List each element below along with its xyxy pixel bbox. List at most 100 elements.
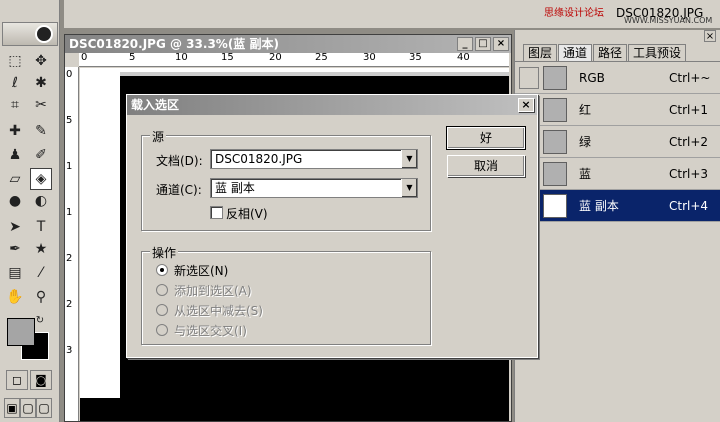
document-close-button[interactable]: × <box>493 37 509 51</box>
channel-row-green[interactable]: 绿 Ctrl+2 <box>515 126 720 158</box>
ruler-tick-label: 0 <box>81 52 88 63</box>
path-selection-tool-icon[interactable]: ➤ <box>4 216 26 238</box>
visibility-toggle[interactable] <box>519 66 539 89</box>
vertical-ruler: 0 5 1 1 2 2 3 <box>65 67 79 421</box>
slice-tool-icon[interactable]: ✂ <box>30 94 52 116</box>
channel-shortcut: Ctrl+2 <box>669 134 709 149</box>
add-to-selection-label: 添加到选区(A) <box>174 284 252 298</box>
ruler-tick-label: 10 <box>175 52 188 63</box>
channel-shortcut: Ctrl+4 <box>669 198 709 213</box>
toolbox: ⬚ ✥ ℓ ✱ ⌗ ✂ ✚ ✎ ♟ ✐ ▱ ◈ ● ◐ ➤ T ✒ ★ ▤ ⁄ … <box>0 0 60 422</box>
maximize-button[interactable]: □ <box>475 37 491 51</box>
radio-intersect-selection <box>156 324 168 336</box>
cancel-button[interactable]: 取消 <box>447 155 525 177</box>
channel-thumbnail <box>543 161 567 186</box>
standard-mode-button[interactable]: ◻ <box>6 370 28 390</box>
ruler-tick-label: 3 <box>66 345 73 356</box>
channel-thumbnail <box>543 193 567 218</box>
dialog-close-button[interactable]: × <box>518 98 534 112</box>
notes-tool-icon[interactable]: ▤ <box>4 262 26 284</box>
document-select[interactable]: DSC01820.JPG ▼ <box>210 149 418 169</box>
canvas-white-region <box>80 68 120 398</box>
type-tool-icon[interactable]: T <box>30 216 52 238</box>
swap-colors-icon[interactable]: ↻ <box>34 314 46 326</box>
ruler-tick-label: 35 <box>409 52 422 63</box>
document-title: DSC01820.JPG @ 33.3%(蓝 副本) <box>69 37 279 51</box>
ruler-tick-label: 2 <box>66 253 73 264</box>
hand-tool-icon[interactable]: ✋ <box>4 286 26 308</box>
ok-button[interactable]: 好 <box>446 126 526 150</box>
channel-row-blue[interactable]: 蓝 Ctrl+3 <box>515 158 720 190</box>
pen-tool-icon[interactable]: ✒ <box>4 238 26 260</box>
channel-shortcut: Ctrl+~ <box>669 70 711 85</box>
channel-label: 通道(C): <box>156 183 202 197</box>
file-browser-label: DSC01820.JPG <box>616 6 704 20</box>
operation-group-label: 操作 <box>150 244 179 261</box>
intersect-selection-label: 与选区交叉(I) <box>174 324 247 338</box>
channel-thumbnail <box>543 97 567 122</box>
panel-close-button[interactable]: × <box>704 30 716 42</box>
watermark-text: 思缘设计论坛 <box>544 8 604 19</box>
minimize-button[interactable]: _ <box>457 37 473 51</box>
eyedropper-tool-icon[interactable]: ⁄ <box>30 262 52 284</box>
document-titlebar[interactable]: DSC01820.JPG @ 33.3%(蓝 副本) _ □ × <box>65 35 511 53</box>
lasso-tool-icon[interactable]: ℓ <box>4 72 26 94</box>
ruler-tick-label: 1 <box>66 161 73 172</box>
quick-mask-mode-button[interactable]: ◙ <box>30 370 52 390</box>
foreground-color-swatch[interactable] <box>7 318 35 346</box>
zoom-tool-icon[interactable]: ⚲ <box>30 286 52 308</box>
channel-thumbnail <box>543 65 567 90</box>
channel-row-blue-copy[interactable]: 蓝 副本 Ctrl+4 <box>515 190 720 222</box>
chevron-down-icon[interactable]: ▼ <box>401 150 417 168</box>
canvas-edge-gray <box>120 72 509 76</box>
source-group-label: 源 <box>150 128 167 145</box>
new-selection-label[interactable]: 新选区(N) <box>174 262 228 279</box>
ruler-tick-label: 1 <box>66 207 73 218</box>
history-brush-tool-icon[interactable]: ✐ <box>30 144 52 166</box>
ruler-tick-label: 5 <box>66 115 73 126</box>
healing-brush-tool-icon[interactable]: ✚ <box>4 120 26 142</box>
tab-tool-presets[interactable]: 工具预设 <box>628 44 687 61</box>
invert-label[interactable]: 反相(V) <box>226 205 268 222</box>
clone-stamp-tool-icon[interactable]: ♟ <box>4 144 26 166</box>
channel-thumbnail <box>543 129 567 154</box>
channels-panel: × 图层 通道 路径 工具预设 RGB Ctrl+~ 红 Ctrl+1 绿 Ct… <box>514 30 720 422</box>
invert-checkbox[interactable] <box>210 206 223 219</box>
dodge-tool-icon[interactable]: ◐ <box>30 190 52 212</box>
magic-wand-tool-icon[interactable]: ✱ <box>30 72 52 94</box>
ruler-tick-label: 25 <box>315 52 328 63</box>
radio-new-selection[interactable] <box>156 264 168 276</box>
ruler-tick-label: 20 <box>269 52 282 63</box>
paint-bucket-tool-icon[interactable]: ◈ <box>30 168 52 190</box>
eye-logo-icon <box>35 25 53 43</box>
tab-paths[interactable]: 路径 <box>593 44 628 61</box>
eraser-tool-icon[interactable]: ▱ <box>4 168 26 190</box>
document-select-value: DSC01820.JPG <box>215 152 303 166</box>
shape-tool-icon[interactable]: ★ <box>30 238 52 260</box>
channel-select-value: 蓝 副本 <box>215 181 255 195</box>
screen-mode-full-button[interactable]: ▢ <box>36 398 52 418</box>
radio-subtract-from-selection <box>156 304 168 316</box>
ruler-tick-label: 40 <box>457 52 470 63</box>
channel-row-red[interactable]: 红 Ctrl+1 <box>515 94 720 126</box>
load-selection-dialog: 载入选区 × 源 文档(D): DSC01820.JPG ▼ 通道(C): 蓝 … <box>126 94 538 358</box>
channel-select[interactable]: 蓝 副本 ▼ <box>210 178 418 198</box>
channel-row-rgb[interactable]: RGB Ctrl+~ <box>515 62 720 94</box>
chevron-down-icon[interactable]: ▼ <box>401 179 417 197</box>
blur-tool-icon[interactable]: ● <box>4 190 26 212</box>
brush-tool-icon[interactable]: ✎ <box>30 120 52 142</box>
panel-titlebar[interactable]: × <box>515 30 720 44</box>
crop-tool-icon[interactable]: ⌗ <box>4 94 26 116</box>
screen-mode-standard-button[interactable]: ▣ <box>4 398 20 418</box>
tab-layers[interactable]: 图层 <box>523 44 558 61</box>
channel-name: RGB <box>579 70 605 85</box>
screen-mode-full-menu-button[interactable]: ▢ <box>20 398 36 418</box>
channel-name: 蓝 副本 <box>579 199 619 213</box>
marquee-tool-icon[interactable]: ⬚ <box>4 50 26 72</box>
tab-channels[interactable]: 通道 <box>558 44 593 61</box>
channel-name: 红 <box>579 103 592 117</box>
dialog-titlebar[interactable]: 载入选区 × <box>127 95 537 115</box>
ruler-tick-label: 5 <box>129 52 136 63</box>
options-bar: 思缘设计论坛 WWW.MISSYUAN.COM DSC01820.JPG <box>64 0 720 28</box>
move-tool-icon[interactable]: ✥ <box>30 50 52 72</box>
